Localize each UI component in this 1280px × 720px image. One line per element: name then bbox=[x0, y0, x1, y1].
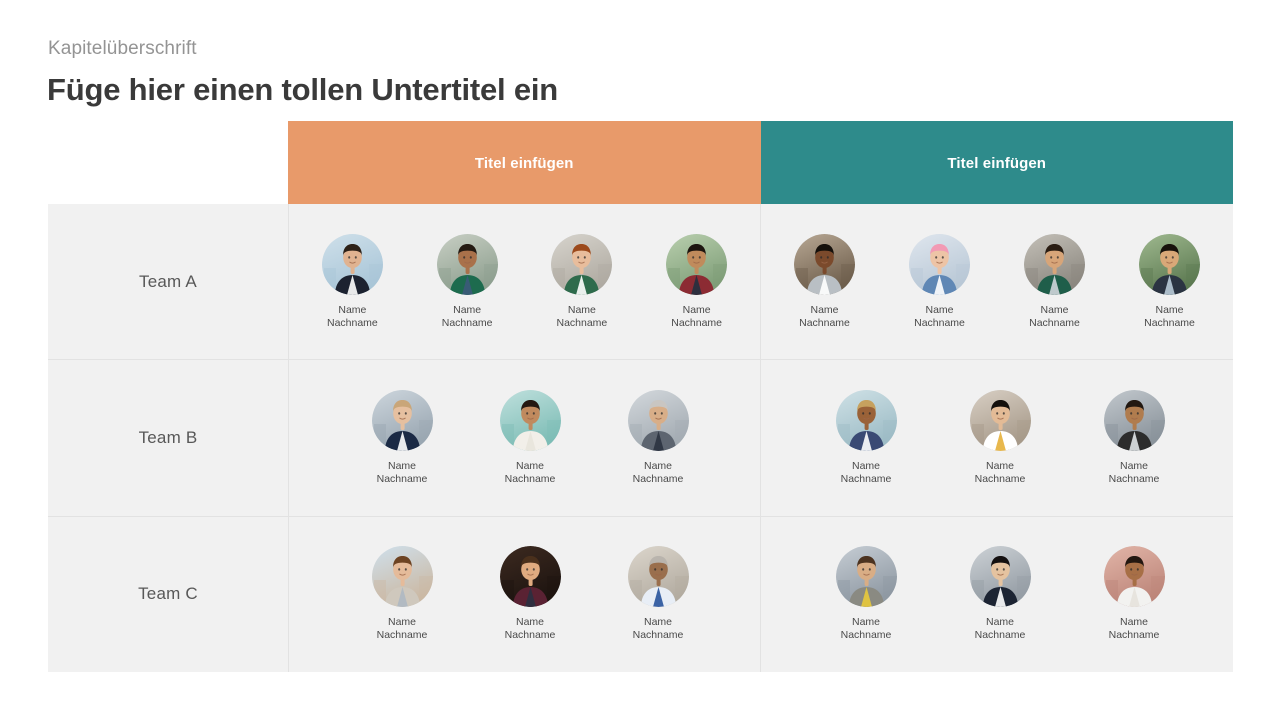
page-title: Füge hier einen tollen Untertitel ein bbox=[47, 72, 559, 107]
person-name: Name Nachname bbox=[671, 303, 723, 329]
person-name: Name Nachname bbox=[799, 303, 850, 329]
person-name: Name Nachname bbox=[632, 459, 684, 485]
person-card[interactable]: Name Nachname bbox=[823, 389, 909, 486]
table-body: Team A Name Nachname Name Nachname Name … bbox=[48, 204, 1233, 672]
avatar bbox=[1139, 233, 1200, 295]
team-cell: Name Nachname Name Nachname Name Nachnam… bbox=[761, 517, 1233, 672]
team-cell: Name Nachname Name Nachname Name Nachnam… bbox=[761, 360, 1233, 515]
avatar bbox=[321, 233, 383, 295]
avatar bbox=[436, 233, 498, 295]
person-name: Name Nachname bbox=[974, 616, 1026, 642]
person-card[interactable]: Name Nachname bbox=[539, 233, 625, 330]
row-label-team-b: Team B bbox=[138, 427, 198, 447]
slide-canvas: Kapitelüberschrift Füge hier einen tolle… bbox=[0, 0, 1280, 720]
avatar bbox=[551, 233, 613, 295]
avatar bbox=[909, 233, 970, 295]
avatar bbox=[371, 389, 433, 451]
avatar bbox=[1024, 233, 1085, 295]
person-card[interactable]: Name Nachname bbox=[654, 233, 740, 330]
avatar bbox=[499, 546, 561, 608]
row-label-team-a: Team A bbox=[139, 271, 197, 291]
team-cell: Name Nachname Name Nachname Name Nachnam… bbox=[289, 360, 760, 515]
person-card[interactable]: Name Nachname bbox=[487, 389, 573, 486]
column-header-2[interactable]: Titel einfügen bbox=[760, 121, 1233, 205]
person-card[interactable]: Name Nachname bbox=[1091, 546, 1177, 642]
person-card[interactable]: Name Nachname bbox=[359, 389, 445, 486]
person-card[interactable]: Name Nachname bbox=[615, 546, 701, 642]
avatar bbox=[969, 389, 1031, 451]
person-name: Name Nachname bbox=[632, 616, 684, 642]
avatar bbox=[835, 546, 897, 608]
avatar bbox=[371, 546, 433, 608]
person-name: Name Nachname bbox=[326, 303, 378, 329]
person-name: Name Nachname bbox=[376, 616, 428, 642]
person-card[interactable]: Name Nachname bbox=[487, 546, 573, 642]
table-header-row: Titel einfügen Titel einfügen bbox=[288, 121, 1233, 205]
person-card[interactable]: Name Nachname bbox=[1012, 233, 1098, 330]
person-name: Name Nachname bbox=[1108, 616, 1160, 642]
person-name: Name Nachname bbox=[974, 459, 1026, 485]
person-name: Name Nachname bbox=[376, 459, 428, 485]
team-cell: Name Nachname Name Nachname Name Nachnam… bbox=[289, 204, 760, 359]
team-table: Titel einfügen Titel einfügen Team A Nam… bbox=[48, 121, 1233, 672]
team-cell: Name Nachname Name Nachname Name Nachnam… bbox=[761, 204, 1233, 359]
column-header-2-label: Titel einfügen bbox=[947, 154, 1047, 172]
person-card[interactable]: Name Nachname bbox=[615, 389, 701, 486]
person-name: Name Nachname bbox=[840, 459, 892, 485]
person-card[interactable]: Name Nachname bbox=[823, 546, 909, 642]
row-label-team-c: Team C bbox=[138, 584, 198, 604]
person-card[interactable]: Name Nachname bbox=[897, 233, 983, 330]
avatar bbox=[499, 389, 561, 451]
avatar bbox=[627, 389, 689, 451]
avatar bbox=[627, 546, 689, 608]
person-name: Name Nachname bbox=[914, 303, 965, 329]
person-card[interactable]: Name Nachname bbox=[359, 546, 445, 642]
avatar bbox=[666, 233, 728, 295]
avatar bbox=[969, 546, 1031, 608]
person-name: Name Nachname bbox=[1144, 303, 1195, 329]
person-card[interactable]: Name Nachname bbox=[1127, 233, 1213, 330]
column-header-1-label: Titel einfügen bbox=[474, 154, 574, 172]
person-name: Name Nachname bbox=[1029, 303, 1080, 329]
person-card[interactable]: Name Nachname bbox=[957, 389, 1043, 486]
person-name: Name Nachname bbox=[556, 303, 608, 329]
person-card[interactable]: Name Nachname bbox=[782, 233, 868, 330]
person-card[interactable]: Name Nachname bbox=[957, 546, 1043, 642]
person-name: Name Nachname bbox=[1108, 459, 1160, 485]
person-card[interactable]: Name Nachname bbox=[309, 233, 395, 330]
person-name: Name Nachname bbox=[504, 459, 556, 485]
team-cell: Name Nachname Name Nachname Name Nachnam… bbox=[289, 517, 760, 672]
person-name: Name Nachname bbox=[441, 303, 493, 329]
chapter-eyebrow: Kapitelüberschrift bbox=[48, 38, 197, 59]
column-header-1[interactable]: Titel einfügen bbox=[288, 121, 761, 205]
avatar bbox=[794, 233, 855, 295]
avatar bbox=[835, 389, 897, 451]
person-name: Name Nachname bbox=[840, 616, 892, 642]
avatar bbox=[1103, 389, 1165, 451]
person-card[interactable]: Name Nachname bbox=[424, 233, 510, 330]
avatar bbox=[1103, 546, 1165, 608]
person-name: Name Nachname bbox=[504, 616, 556, 642]
person-card[interactable]: Name Nachname bbox=[1091, 389, 1177, 486]
